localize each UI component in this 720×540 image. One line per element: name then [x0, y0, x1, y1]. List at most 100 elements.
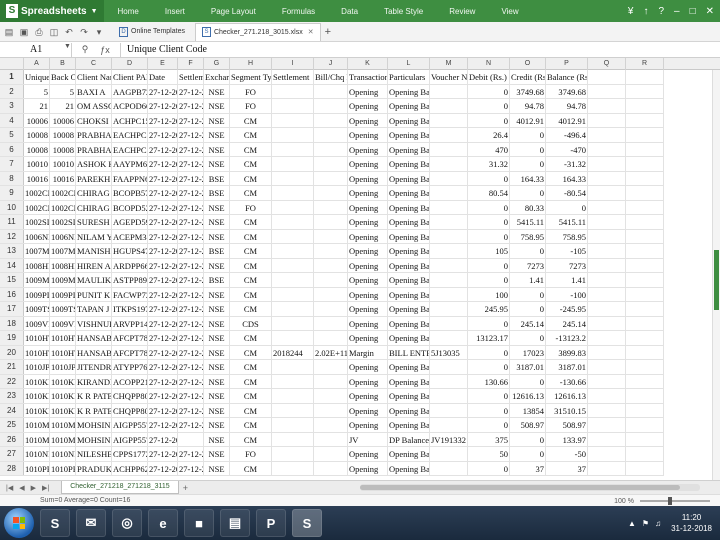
table-cell[interactable]: [626, 360, 664, 374]
table-cell[interactable]: 164.33: [510, 171, 546, 185]
table-cell[interactable]: [626, 287, 664, 301]
table-cell[interactable]: 1010NP01: [24, 447, 50, 461]
table-cell[interactable]: 27-12-2018: [178, 360, 204, 374]
table-cell[interactable]: 0: [510, 287, 546, 301]
table-cell[interactable]: MANISH B: [76, 244, 112, 258]
table-cell[interactable]: [272, 157, 314, 171]
taskbar-mail[interactable]: ✉: [76, 509, 106, 537]
table-cell[interactable]: NSE: [204, 113, 230, 127]
table-cell[interactable]: BSE: [204, 186, 230, 200]
menu-formulas[interactable]: Formulas: [282, 7, 315, 16]
table-cell[interactable]: 1010MP05: [24, 418, 50, 432]
row-number[interactable]: 17: [0, 302, 24, 316]
table-cell[interactable]: ARDPP6627: [112, 258, 148, 272]
table-cell[interactable]: NSE: [204, 200, 230, 214]
table-cell[interactable]: 27-12-2018: [178, 273, 204, 287]
table-cell[interactable]: Opening Balance: [388, 84, 430, 98]
add-sheet-button[interactable]: +: [183, 483, 188, 493]
print-icon[interactable]: ⎙: [34, 27, 44, 37]
row-number[interactable]: 21: [0, 360, 24, 374]
table-cell[interactable]: AFCPT7842: [112, 345, 148, 359]
table-cell[interactable]: KIRANDIE: [76, 374, 112, 388]
header-cell[interactable]: Client PAN: [112, 70, 148, 84]
table-cell[interactable]: [314, 128, 348, 142]
table-cell[interactable]: [588, 374, 626, 388]
table-cell[interactable]: [588, 403, 626, 417]
row-number[interactable]: 7: [0, 157, 24, 171]
header-cell[interactable]: Transaction: [348, 70, 388, 84]
menu-review[interactable]: Review: [449, 7, 475, 16]
table-cell[interactable]: CHIRAG J: [76, 200, 112, 214]
table-cell[interactable]: K R PATE: [76, 389, 112, 403]
table-cell[interactable]: [314, 84, 348, 98]
table-cell[interactable]: Opening: [348, 215, 388, 229]
table-cell[interactable]: AGEPD5927: [112, 215, 148, 229]
table-cell[interactable]: 1010MP05: [50, 432, 76, 446]
table-cell[interactable]: -245.95: [546, 302, 588, 316]
table-cell[interactable]: [626, 99, 664, 113]
table-cell[interactable]: NSE: [204, 447, 230, 461]
table-cell[interactable]: 1002CHD: [24, 186, 50, 200]
table-cell[interactable]: CM: [230, 215, 272, 229]
table-cell[interactable]: 0: [510, 186, 546, 200]
table-cell[interactable]: 27-12-2018: [178, 461, 204, 475]
table-cell[interactable]: [272, 461, 314, 475]
table-cell[interactable]: PAREKH: [76, 171, 112, 185]
table-cell[interactable]: Opening: [348, 84, 388, 98]
table-cell[interactable]: [314, 302, 348, 316]
table-cell[interactable]: [626, 84, 664, 98]
table-cell[interactable]: [588, 316, 626, 330]
column-header-r[interactable]: R: [626, 58, 664, 70]
table-cell[interactable]: 100: [468, 287, 510, 301]
table-cell[interactable]: Opening: [348, 229, 388, 243]
row-number[interactable]: 12: [0, 229, 24, 243]
table-cell[interactable]: [272, 432, 314, 446]
table-cell[interactable]: 27-12-2018: [148, 432, 178, 446]
table-cell[interactable]: 27-12-2018: [148, 113, 178, 127]
table-cell[interactable]: NILESHBH: [76, 447, 112, 461]
table-cell[interactable]: [430, 186, 468, 200]
table-cell[interactable]: Opening: [348, 331, 388, 345]
table-cell[interactable]: [430, 403, 468, 417]
table-cell[interactable]: [588, 418, 626, 432]
table-cell[interactable]: Opening: [348, 186, 388, 200]
table-cell[interactable]: 17023: [510, 345, 546, 359]
table-cell[interactable]: BSE: [204, 244, 230, 258]
table-cell[interactable]: 0: [510, 447, 546, 461]
table-cell[interactable]: [314, 200, 348, 214]
table-cell[interactable]: [588, 331, 626, 345]
table-cell[interactable]: CM: [230, 244, 272, 258]
header-cell[interactable]: Particulars: [388, 70, 430, 84]
table-cell[interactable]: Opening: [348, 302, 388, 316]
table-cell[interactable]: [588, 447, 626, 461]
table-cell[interactable]: AIGPP5572: [112, 418, 148, 432]
table-cell[interactable]: [314, 432, 348, 446]
table-cell[interactable]: 1009VP01: [50, 316, 76, 330]
table-cell[interactable]: 27-12-2018: [178, 186, 204, 200]
table-cell[interactable]: [430, 128, 468, 142]
redo-icon[interactable]: ↷: [79, 27, 89, 37]
table-cell[interactable]: NSE: [204, 403, 230, 417]
table-cell[interactable]: [588, 113, 626, 127]
column-header-k[interactable]: K: [348, 58, 388, 70]
zoom-icon[interactable]: ⚲: [78, 44, 92, 55]
skin-icon[interactable]: ¥: [628, 6, 634, 17]
table-cell[interactable]: 13854: [510, 403, 546, 417]
table-cell[interactable]: 37: [546, 461, 588, 475]
table-cell[interactable]: CM: [230, 403, 272, 417]
table-cell[interactable]: [430, 258, 468, 272]
table-cell[interactable]: Opening Balance: [388, 360, 430, 374]
table-cell[interactable]: HGUPS4742: [112, 244, 148, 258]
table-cell[interactable]: [178, 432, 204, 446]
table-cell[interactable]: [588, 229, 626, 243]
table-cell[interactable]: CM: [230, 157, 272, 171]
taskbar-app-green[interactable]: S: [40, 509, 70, 537]
table-cell[interactable]: [314, 142, 348, 156]
table-cell[interactable]: Opening: [348, 200, 388, 214]
table-cell[interactable]: 1009TS01: [50, 302, 76, 316]
close-icon[interactable]: ✕: [308, 28, 314, 36]
table-cell[interactable]: 758.95: [510, 229, 546, 243]
table-cell[interactable]: [588, 389, 626, 403]
table-cell[interactable]: [588, 200, 626, 214]
table-cell[interactable]: 27-12-2018: [148, 128, 178, 142]
